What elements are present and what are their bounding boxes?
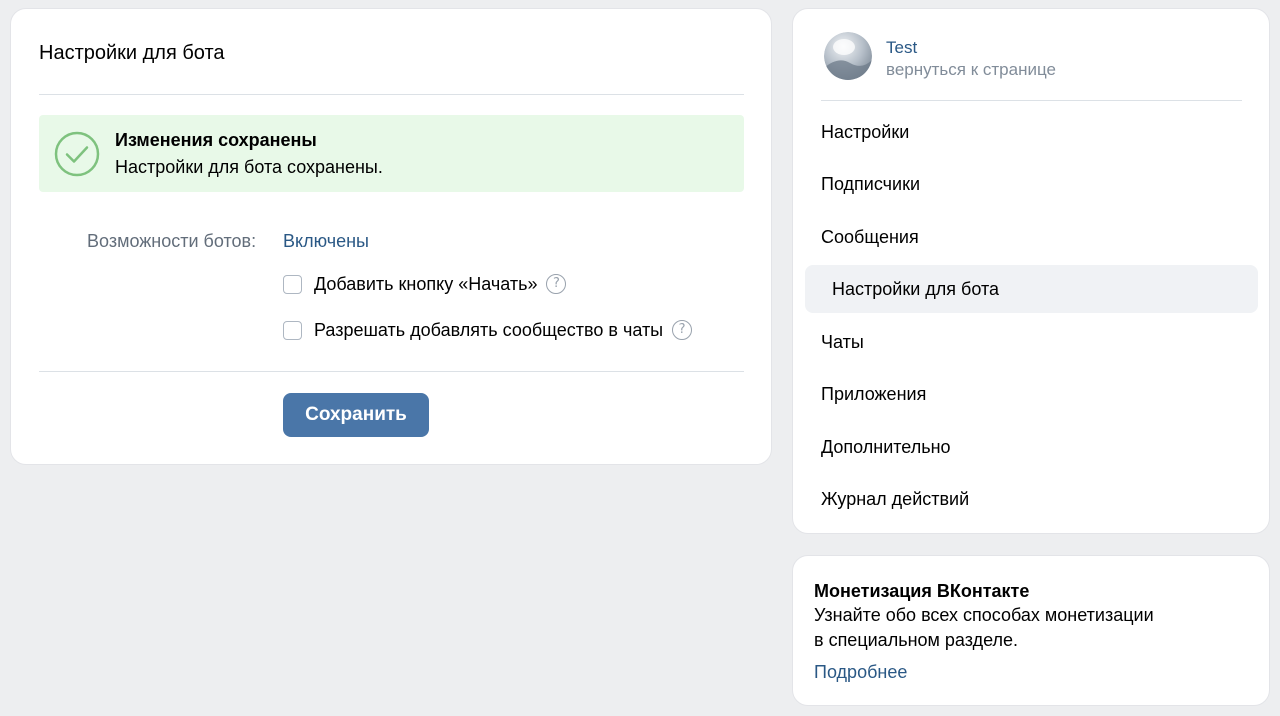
- sidebar-item-subscribers[interactable]: Подписчики: [805, 160, 1258, 208]
- page-title: Настройки для бота: [39, 42, 225, 64]
- community-menu-card: Test вернуться к странице Настройки Подп…: [792, 8, 1270, 534]
- allow-chats-option-label[interactable]: Разрешать добавлять сообщество в чаты: [314, 319, 663, 341]
- back-to-page-link[interactable]: вернуться к странице: [886, 59, 1056, 80]
- allow-chats-option[interactable]: Разрешать добавлять сообщество в чаты ?: [283, 318, 693, 342]
- success-notice: Изменения сохранены Настройки для бота с…: [39, 115, 744, 192]
- bot-settings-card: Настройки для бота Изменения сохранены Н…: [10, 8, 772, 465]
- check-circle-icon: [54, 131, 100, 177]
- monetization-card: Монетизация ВКонтакте Узнайте обо всех с…: [792, 555, 1270, 706]
- question-circle-icon[interactable]: ?: [672, 320, 693, 340]
- sidebar-item-advanced[interactable]: Дополнительно: [805, 423, 1258, 471]
- promo-text: Узнайте обо всех способах монетизации в …: [814, 603, 1194, 653]
- promo-more-link[interactable]: Подробнее: [814, 661, 907, 683]
- footer-divider: [39, 371, 744, 372]
- sidebar-item-settings[interactable]: Настройки: [805, 108, 1258, 156]
- notice-text: Настройки для бота сохранены.: [115, 157, 383, 177]
- menu-divider: [821, 100, 1242, 101]
- sidebar-item-apps[interactable]: Приложения: [805, 370, 1258, 418]
- sidebar-item-messages[interactable]: Сообщения: [805, 213, 1258, 261]
- avatar-image: [824, 32, 872, 80]
- bot-capabilities-toggle-link[interactable]: Включены: [283, 230, 369, 252]
- allow-chats-checkbox[interactable]: [283, 320, 302, 340]
- bot-capabilities-label: Возможности ботов:: [87, 231, 257, 251]
- start-button-checkbox[interactable]: [283, 274, 302, 294]
- sidebar-item-action-log[interactable]: Журнал действий: [805, 475, 1258, 523]
- promo-title: Монетизация ВКонтакте: [814, 581, 1030, 601]
- sidebar-item-bot-settings[interactable]: Настройки для бота: [805, 265, 1258, 313]
- notice-title: Изменения сохранены: [115, 130, 317, 150]
- community-avatar[interactable]: [824, 32, 872, 80]
- start-button-option[interactable]: Добавить кнопку «Начать» ?: [283, 272, 567, 296]
- promo-text-line: в специальном разделе.: [814, 630, 1019, 650]
- save-button[interactable]: Сохранить: [283, 393, 429, 437]
- sidebar-item-chats[interactable]: Чаты: [805, 318, 1258, 366]
- question-circle-icon[interactable]: ?: [546, 274, 567, 294]
- promo-text-line: Узнайте обо всех способах монетизации: [814, 605, 1154, 625]
- start-button-option-label[interactable]: Добавить кнопку «Начать»: [314, 273, 537, 295]
- title-divider: [39, 94, 744, 95]
- community-name-link[interactable]: Test: [886, 37, 917, 58]
